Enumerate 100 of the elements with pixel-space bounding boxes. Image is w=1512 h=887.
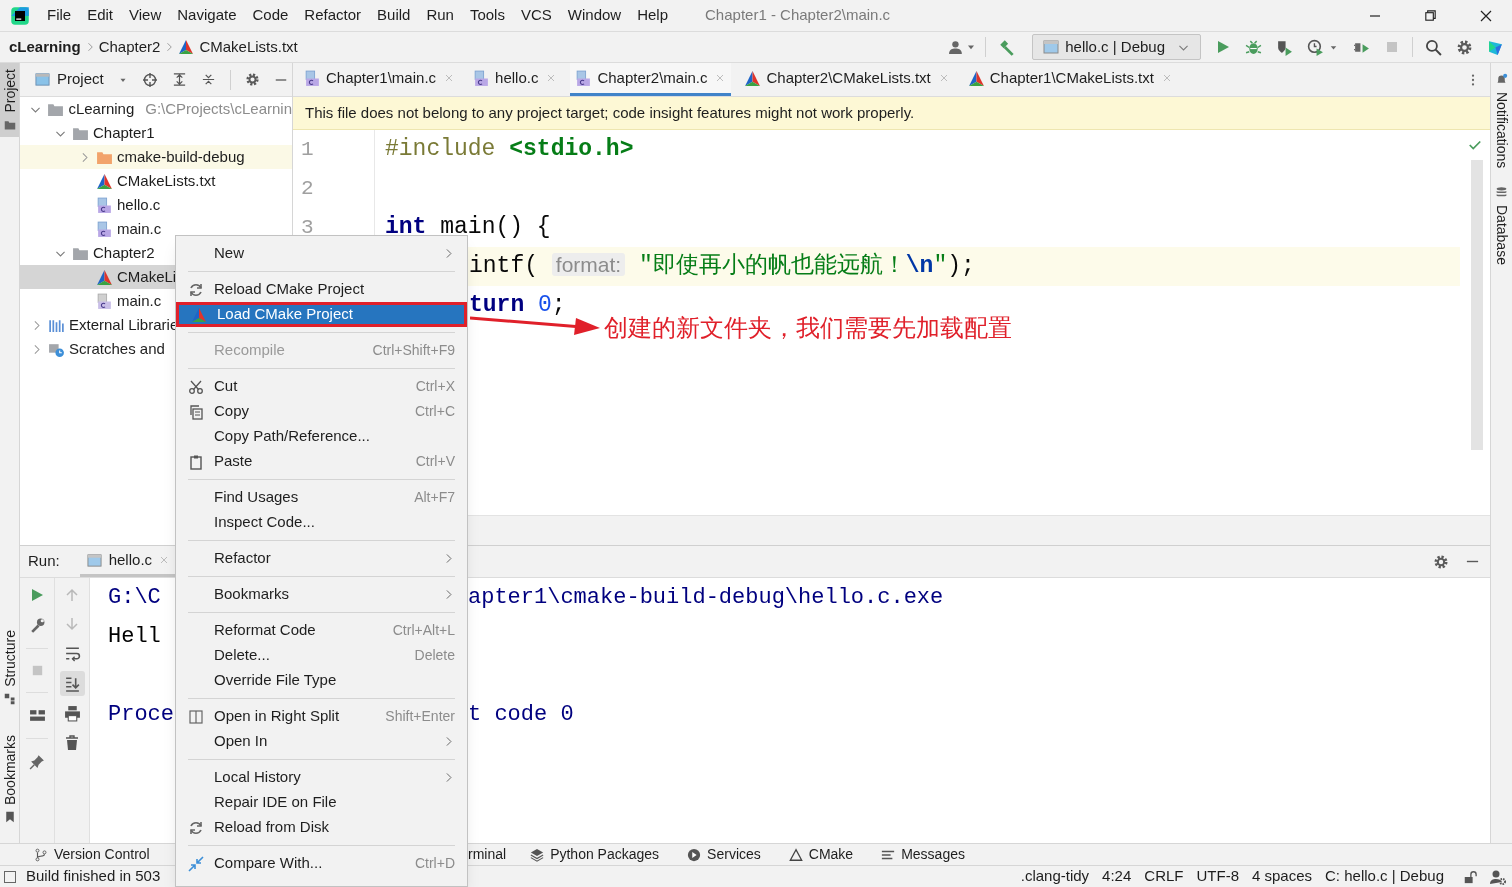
menu-item[interactable]: Refactor	[176, 546, 467, 571]
status-item[interactable]: UTF-8	[1196, 865, 1239, 887]
tool-window-tab[interactable]: Structure	[0, 624, 19, 711]
pin-icon[interactable]	[28, 753, 46, 770]
branch-icon	[34, 847, 48, 862]
menu-item[interactable]: Reload from Disk	[176, 815, 467, 840]
editor-tab[interactable]: Chapter2\CMakeLists.txt	[739, 63, 955, 96]
line-number: 3	[301, 214, 314, 241]
run-config-dropdown[interactable]: hello.c | Debug	[1032, 34, 1201, 60]
project-icon	[34, 72, 51, 87]
editor-tab[interactable]: Chapter2\main.c	[570, 63, 732, 96]
line-number: 2	[301, 175, 314, 202]
run-icon[interactable]	[1215, 39, 1231, 55]
locate-icon[interactable]	[141, 71, 158, 88]
menu-item[interactable]: Refactor	[297, 4, 369, 27]
tool-window-button[interactable]: rminal	[468, 844, 507, 865]
tool-window-button[interactable]: CMake	[784, 844, 858, 865]
menu-item[interactable]: Run	[419, 4, 461, 27]
menu-item[interactable]: Navigate	[170, 4, 244, 27]
tool-window-tab[interactable]: Project	[0, 63, 19, 137]
layout-icon[interactable]	[28, 707, 46, 724]
breadcrumb[interactable]: CMakeLists.txt	[199, 35, 298, 59]
tool-window-button[interactable]: Version Control	[30, 844, 154, 865]
tree-item[interactable]: Chapter1	[20, 121, 292, 145]
menu-item[interactable]: View	[122, 4, 169, 27]
status-item[interactable]: 4 spaces	[1252, 865, 1313, 887]
scroll-to-end-icon[interactable]	[63, 675, 81, 692]
menu-item[interactable]: Build	[370, 4, 418, 27]
menu-item[interactable]: Compare With... Ctrl+D	[176, 851, 467, 876]
editor-tab[interactable]: Chapter1\main.c	[299, 63, 461, 96]
print-icon[interactable]	[63, 705, 81, 722]
settings-icon[interactable]	[1433, 553, 1449, 570]
breadcrumb[interactable]: cLearning	[9, 35, 81, 59]
settings-icon[interactable]	[244, 72, 260, 87]
layers-icon	[530, 847, 545, 862]
triangle-icon	[788, 847, 803, 862]
menu-item[interactable]: Inspect Code...	[176, 510, 467, 535]
menu-item[interactable]: Paste Ctrl+V	[176, 449, 467, 474]
menu-item[interactable]: Open in Right Split Shift+Enter	[176, 704, 467, 729]
tool-window-button[interactable]: Services	[683, 844, 765, 865]
app-logo-icon	[10, 5, 30, 26]
run-icon[interactable]	[29, 587, 45, 603]
toolbox-icon[interactable]	[1487, 38, 1504, 56]
menu-item[interactable]: Edit	[80, 4, 121, 27]
tool-window-tab[interactable]: Database	[1492, 186, 1511, 266]
editor-tab[interactable]: hello.c	[468, 63, 563, 96]
status-item[interactable]: 4:24	[1102, 865, 1132, 887]
menu-item[interactable]: Code	[245, 4, 296, 27]
c-file-icon	[96, 292, 113, 310]
c-file-icon	[304, 69, 321, 87]
tree-item[interactable]: CMakeLists.txt	[20, 169, 292, 193]
status-item[interactable]: .clang-tidy	[1020, 865, 1090, 887]
menu-item[interactable]: Local History	[176, 765, 467, 790]
status-item[interactable]: CRLF	[1144, 865, 1184, 887]
inspector-icon[interactable]	[1490, 868, 1506, 885]
trash-icon[interactable]	[64, 735, 80, 751]
status-toggle[interactable]	[4, 870, 16, 883]
tool-window-button[interactable]: Python Packages	[526, 844, 664, 865]
menu-item[interactable]: New	[176, 241, 467, 266]
menu-item[interactable]: Copy Ctrl+C	[176, 399, 467, 424]
menu-item[interactable]: VCS	[513, 4, 559, 27]
restore-icon[interactable]	[1423, 8, 1438, 23]
menu-item[interactable]: Delete... Delete	[176, 643, 467, 668]
cmake-triangle-icon	[967, 69, 985, 87]
menu-item[interactable]: File	[40, 4, 79, 27]
tree-item[interactable]: main.c	[20, 217, 292, 241]
breadcrumb[interactable]: Chapter2	[98, 35, 161, 59]
soft-wrap-icon[interactable]	[63, 645, 81, 662]
tree-item[interactable]: cLearning G:\CProjects\cLearnin	[20, 97, 292, 121]
settings-icon[interactable]	[1456, 38, 1473, 56]
menu-item[interactable]: Window	[560, 4, 629, 27]
scrollbar[interactable]	[1471, 160, 1483, 450]
menu-item[interactable]: Tools	[462, 4, 512, 27]
search-icon[interactable]	[1425, 38, 1442, 56]
collapse-all-icon[interactable]	[200, 72, 216, 87]
menu-item[interactable]: Open In	[176, 729, 467, 754]
status-message: Build finished in 503	[26, 866, 161, 887]
menu-item[interactable]: Find Usages Alt+F7	[176, 485, 467, 510]
tool-window-button[interactable]: Messages	[877, 844, 969, 865]
compare-arrows-icon	[188, 855, 204, 872]
menu-item[interactable]: Cut Ctrl+X	[176, 374, 467, 399]
unlock-icon[interactable]	[1463, 869, 1477, 884]
status-item[interactable]: C: hello.c | Debug	[1325, 865, 1444, 887]
menu-item[interactable]: Repair IDE on File	[176, 790, 467, 815]
menu-item[interactable]: Load CMake Project	[176, 302, 467, 327]
menu-item[interactable]: Help	[630, 4, 676, 27]
expand-all-icon[interactable]	[171, 72, 187, 87]
menu-item[interactable]: Reformat Code Ctrl+Alt+L	[176, 618, 467, 643]
coverage-icon[interactable]	[1276, 38, 1293, 56]
tree-item[interactable]: cmake-build-debug	[20, 145, 292, 169]
profiler-dropdown[interactable]	[1307, 38, 1339, 56]
menu-item[interactable]: Copy Path/Reference...	[176, 424, 467, 449]
bug-icon[interactable]	[1245, 38, 1262, 56]
tool-window-tab[interactable]: Bookmarks	[0, 728, 19, 829]
tree-item[interactable]: hello.c	[20, 193, 292, 217]
menu-item[interactable]: Bookmarks	[176, 582, 467, 607]
editor-tab[interactable]: Chapter1\CMakeLists.txt	[962, 63, 1178, 96]
tool-window-tab[interactable]: Notifications	[1492, 73, 1511, 169]
scissors-icon	[188, 378, 204, 395]
menu-item[interactable]: Override File Type	[176, 668, 467, 693]
